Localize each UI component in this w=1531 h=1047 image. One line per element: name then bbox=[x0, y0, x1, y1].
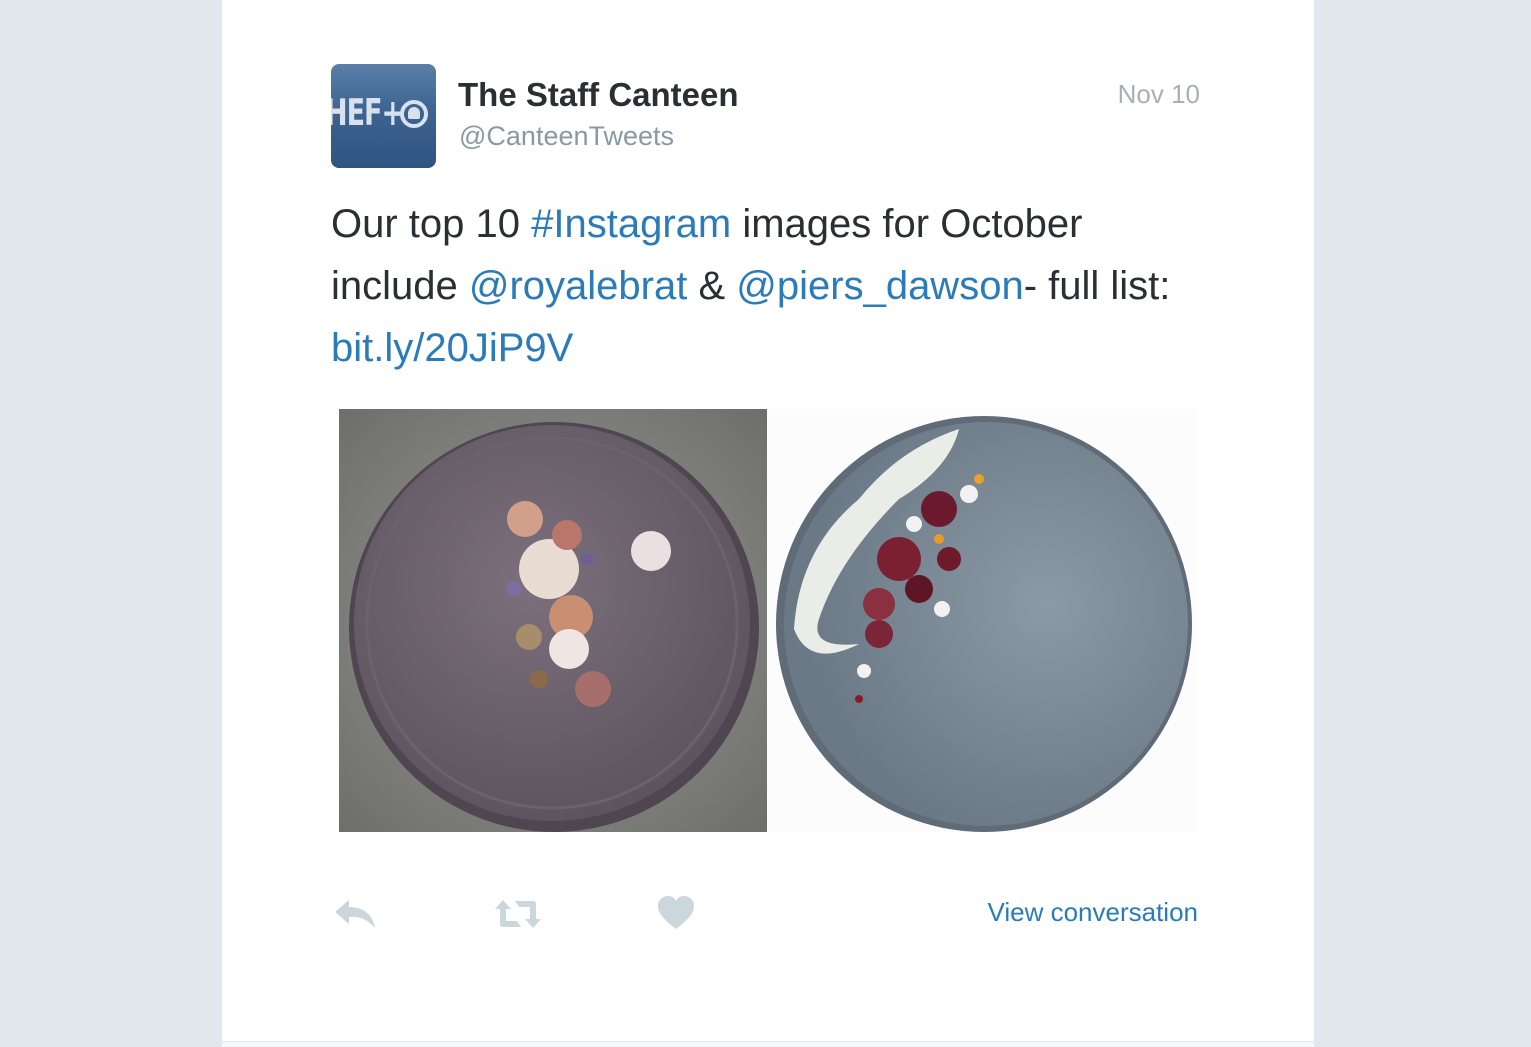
avatar[interactable]: HEF+ bbox=[331, 64, 436, 168]
url-link[interactable]: bit.ly/20JiP9V bbox=[331, 326, 573, 370]
tweet-text-part: - full list: bbox=[1023, 264, 1171, 308]
hashtag-link[interactable]: #Instagram bbox=[531, 202, 731, 246]
author-handle[interactable]: @CanteenTweets bbox=[459, 121, 674, 152]
card-divider bbox=[222, 1041, 1314, 1047]
tweet-text-part: & bbox=[687, 264, 737, 308]
tweet-photo[interactable] bbox=[339, 409, 1196, 832]
mention-link[interactable]: @royalebrat bbox=[469, 264, 687, 308]
mention-link[interactable]: @piers_dawson bbox=[736, 264, 1023, 308]
tweet-date[interactable]: Nov 10 bbox=[1118, 79, 1200, 110]
retweet-icon[interactable] bbox=[493, 898, 543, 935]
tweet-text-part: Our top 10 bbox=[331, 202, 532, 246]
avatar-logo-text: HEF+ bbox=[331, 92, 404, 135]
chef-hat-shape bbox=[408, 107, 420, 119]
reply-icon[interactable] bbox=[333, 898, 377, 935]
tweet-text: Our top 10 #Instagram images for October… bbox=[331, 193, 1211, 379]
author-name[interactable]: The Staff Canteen bbox=[458, 76, 739, 114]
food-plates-photo bbox=[339, 409, 1196, 832]
tweet-card: HEF+ The Staff Canteen @CanteenTweets No… bbox=[222, 0, 1314, 1041]
heart-icon[interactable] bbox=[657, 896, 695, 935]
view-conversation-link[interactable]: View conversation bbox=[987, 897, 1198, 928]
